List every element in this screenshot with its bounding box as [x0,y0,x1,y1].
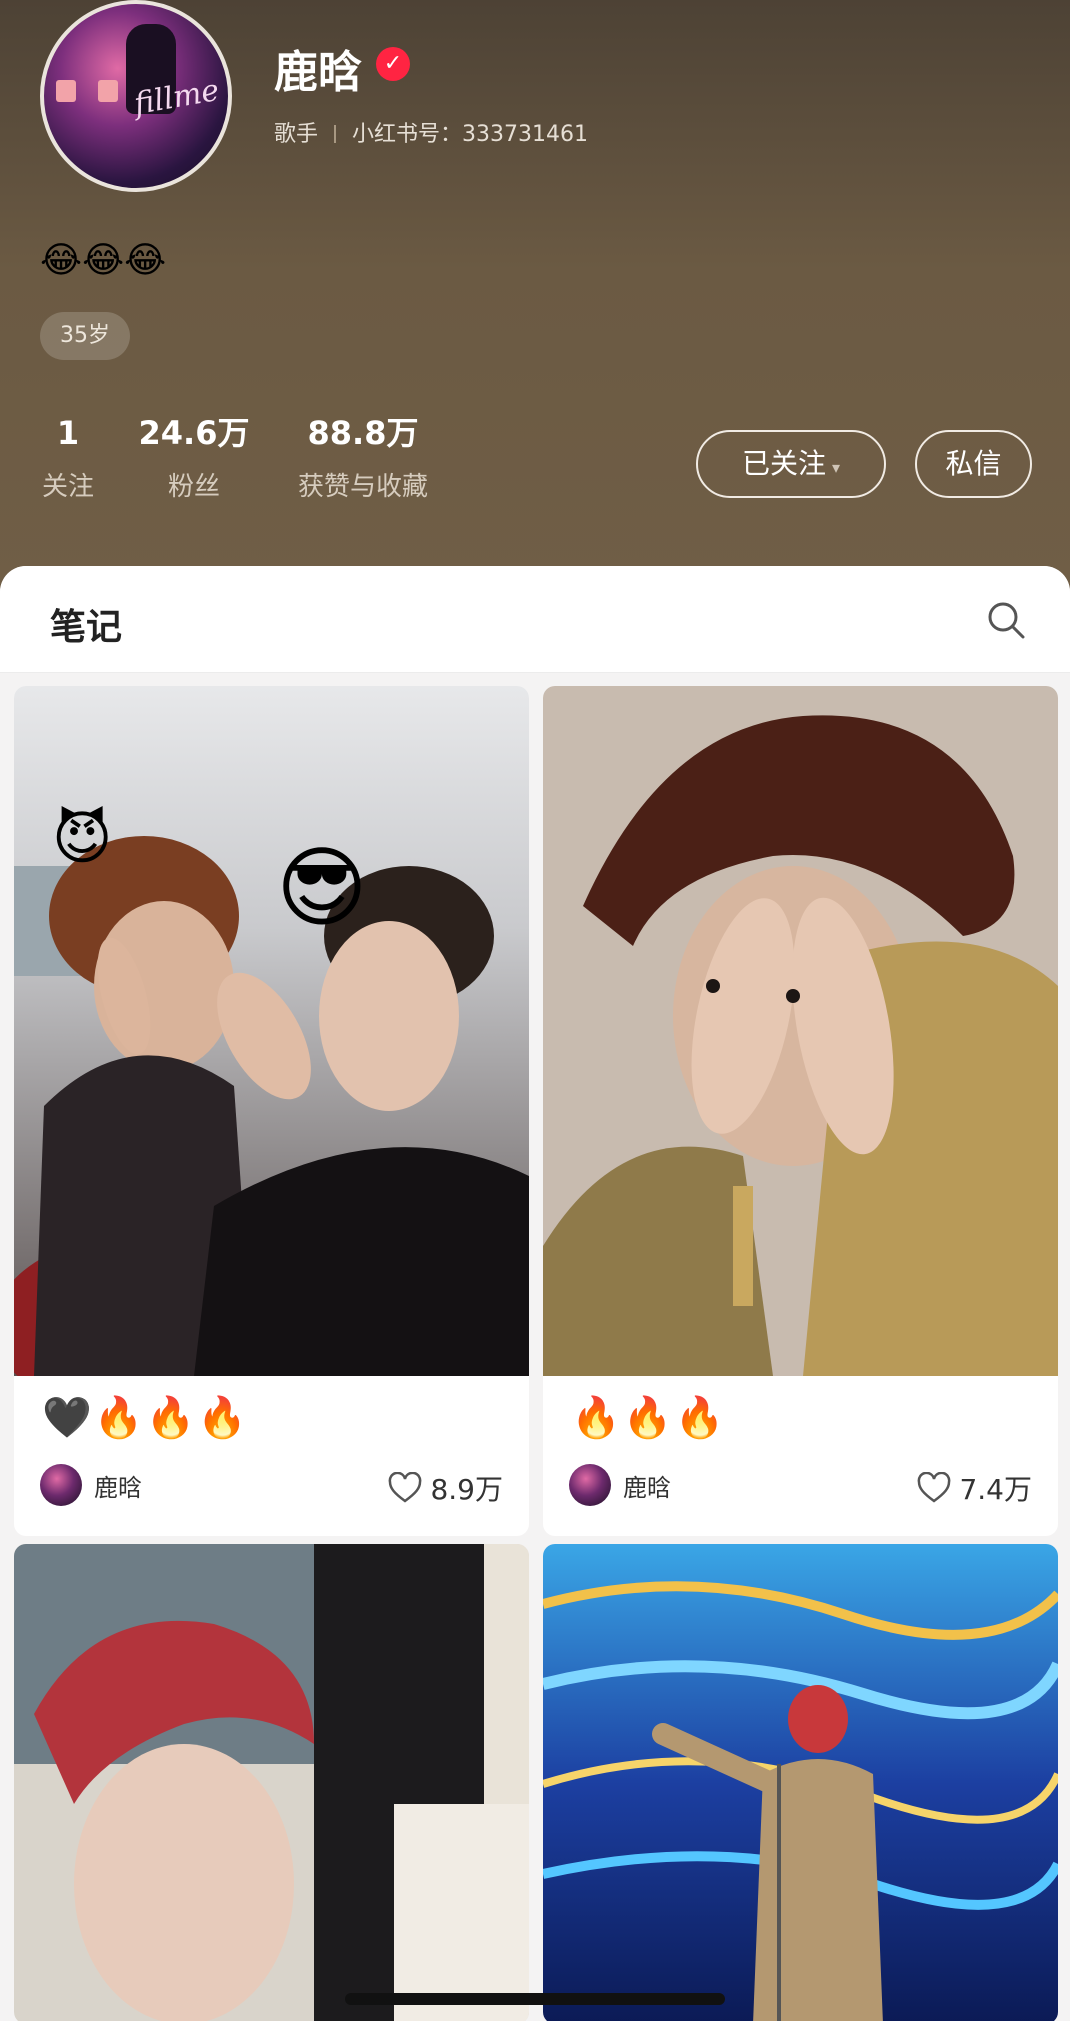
note-cover-image [14,1544,529,2021]
note-author[interactable]: 鹿晗 [569,1464,671,1506]
stat-label: 关注 [41,472,94,502]
avatar-lamp [56,80,76,102]
like-button[interactable]: 8.9万 [388,1468,503,1508]
note-card[interactable] [543,1544,1058,2021]
note-cover-image [14,686,529,1376]
avatar-lamp [98,80,118,102]
note-card[interactable] [14,1544,529,2021]
home-indicator[interactable] [345,1993,725,2005]
search-icon[interactable] [986,600,1026,640]
profile-name: 鹿晗 [274,47,362,98]
note-cover-image [543,686,1058,1376]
verified-check-icon: ✓ [376,47,410,81]
author-name: 鹿晗 [94,1473,142,1502]
stat-label: 粉丝 [167,472,220,502]
heart-icon [918,1472,951,1503]
age-tag: 35岁 [40,312,130,360]
cover-emoji-devil: 😈 [52,804,113,872]
avatar [569,1464,611,1506]
note-caption: 🖤🔥🔥🔥 [42,1395,250,1441]
note-cover-image [543,1544,1058,2021]
redbook-id-label: 小红书号： [352,122,463,147]
author-name: 鹿晗 [623,1473,671,1502]
profile-header: fillme 鹿晗 ✓ 歌手 小红书号：333731461 😂😂😂 35岁 1 关… [0,0,1070,600]
notes-tabbar: 笔记 [0,566,1070,673]
redbook-id[interactable]: 333731461 [462,122,588,147]
heart-icon [389,1472,422,1503]
chevron-down-icon: ▾ [831,458,841,477]
profile-subtitle: 歌手 小红书号：333731461 [274,116,588,148]
following-button[interactable]: 已关注 ▾ [696,430,886,498]
profile-avatar[interactable]: fillme [40,0,232,192]
stat-value: 24.6万 [138,414,250,452]
like-button[interactable]: 7.4万 [917,1468,1032,1508]
stat-value: 1 [56,414,80,452]
profile-role: 歌手 [274,122,319,147]
stat-followers[interactable]: 24.6万 粉丝 [136,414,252,503]
notes-sheet: 笔记 😈 😎 🖤🔥🔥🔥 鹿晗 8.9万 🔥🔥🔥 鹿晗 7.4万 [0,566,1070,2021]
avatar [40,1464,82,1506]
note-author[interactable]: 鹿晗 [40,1464,142,1506]
stat-label: 获赞与收藏 [297,472,428,502]
divider [334,125,337,143]
stat-value: 88.8万 [307,414,419,452]
message-button-label: 私信 [945,447,1002,480]
stat-following[interactable]: 1 关注 [40,414,96,503]
message-button[interactable]: 私信 [915,430,1032,498]
note-card[interactable]: 😈 😎 🖤🔥🔥🔥 鹿晗 8.9万 [14,686,529,1536]
note-caption: 🔥🔥🔥 [571,1395,727,1441]
stat-likes-collects[interactable]: 88.8万 获赞与收藏 [288,414,438,503]
like-count: 8.9万 [430,1473,503,1506]
profile-bio: 😂😂😂 [40,240,167,281]
cover-emoji-sunglasses: 😎 [276,836,368,939]
tab-notes[interactable]: 笔记 [50,598,122,650]
following-button-label: 已关注 [741,447,826,480]
note-card[interactable]: 🔥🔥🔥 鹿晗 7.4万 [543,686,1058,1536]
like-count: 7.4万 [959,1473,1032,1506]
